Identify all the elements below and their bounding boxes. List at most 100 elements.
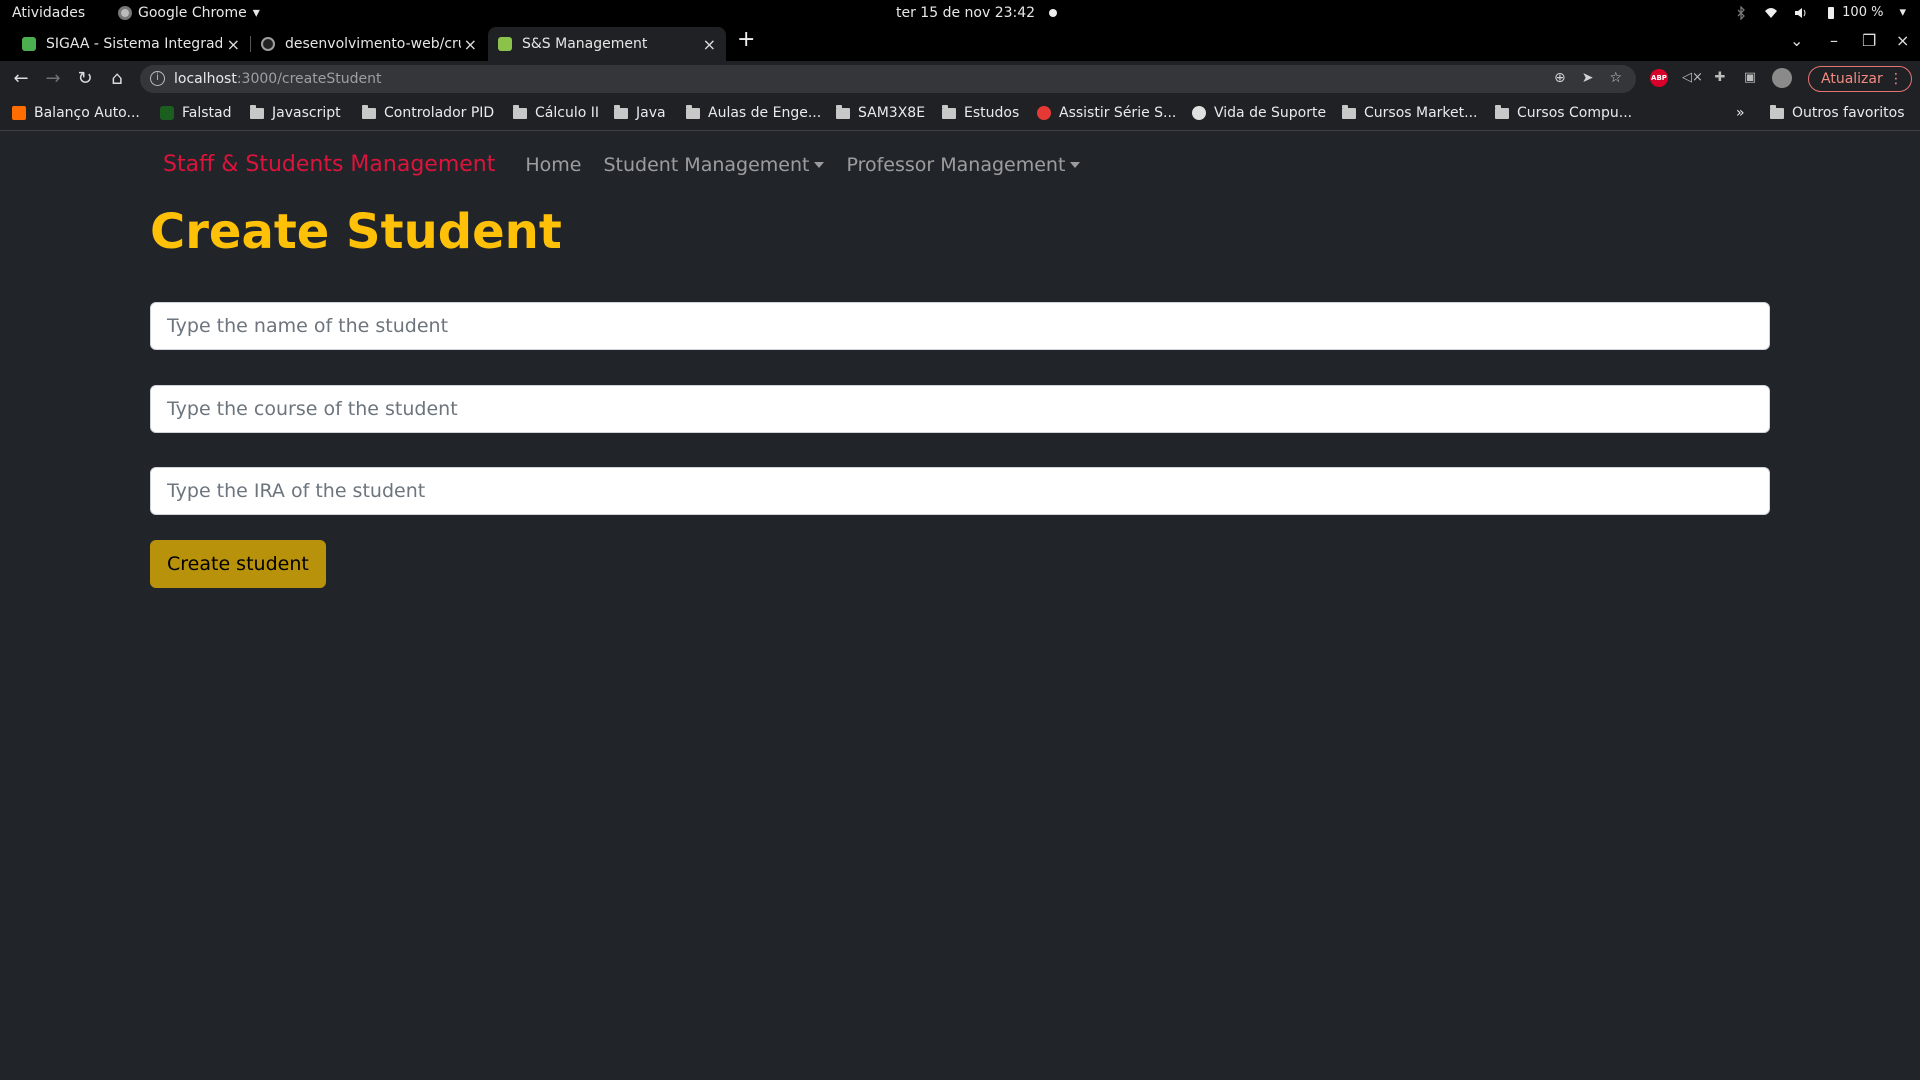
side-panel-icon[interactable]: ▣ [1742,70,1758,86]
folder-icon [513,104,527,119]
tab-title: S&S Management [522,36,648,52]
github-icon [261,37,275,51]
folder-icon [250,104,264,119]
tab-ss-management[interactable]: S&S Management × [488,27,726,61]
other-bookmarks[interactable]: Outros favoritos [1770,104,1905,121]
folder-icon [942,104,956,119]
bookmark-item[interactable]: Balanço Auto... [12,105,140,121]
app-navbar: Staff & Students Management Home Student… [163,152,1102,177]
folder-icon [362,104,376,119]
bookmark-label: Cursos Market... [1364,105,1478,121]
folder-icon [836,104,850,119]
hex-icon [12,106,26,120]
back-button[interactable]: ← [10,68,32,89]
student-name-input[interactable] [150,302,1770,350]
mute-tab-icon[interactable]: ◁× [1682,70,1703,86]
bookmark-label: SAM3X8E [858,105,926,121]
bookmark-item[interactable]: Estudos [942,104,1020,121]
bookmark-item[interactable]: Java [614,104,666,121]
folder-icon [1770,104,1784,119]
bookmark-star-icon[interactable]: ☆ [1609,70,1622,86]
battery-label: 100 % [1842,5,1884,20]
url-path: :3000/createStudent [236,71,382,87]
activities-button[interactable]: Atividades [12,5,85,21]
url-host: localhost [174,71,237,87]
battery-icon [1828,6,1835,19]
nav-professor-management-dropdown[interactable]: Professor Management [846,154,1081,176]
extensions-puzzle-icon[interactable]: ✚ [1712,70,1728,86]
app-menu-label: Google Chrome [138,5,247,21]
chevron-down-icon: ▾ [1899,5,1906,20]
minimize-button[interactable]: – [1830,31,1838,50]
page-content: Staff & Students Management Home Student… [0,132,1920,1080]
forward-button[interactable]: → [42,68,64,89]
bookmark-item[interactable]: Javascript [250,104,341,121]
bookmark-label: Balanço Auto... [34,105,140,121]
home-button[interactable]: ⌂ [106,68,128,89]
bookmark-label: Cálculo II [535,105,599,121]
bookmark-label: Aulas de Enge... [708,105,822,121]
bookmark-label: Controlador PID [384,105,495,121]
zoom-icon[interactable]: ⊕ [1554,70,1566,86]
clock[interactable]: ter 15 de nov 23:42 [896,5,1058,21]
page-title: Create Student [150,204,562,260]
sigaa-favicon-icon [22,37,36,51]
app-menu[interactable]: Google Chrome ▾ [118,5,260,21]
url-text[interactable]: localhost:3000/createStudent [174,71,381,87]
address-bar[interactable]: i localhost:3000/createStudent ⊕ ➤ ☆ [140,65,1636,93]
close-window-button[interactable]: × [1896,31,1909,50]
send-icon[interactable]: ➤ [1582,70,1594,86]
new-tab-button[interactable]: + [737,27,755,52]
update-button[interactable]: Atualizar ⋮ [1808,66,1912,92]
caret-down-icon [814,161,825,168]
bookmark-item[interactable]: SAM3X8E [836,104,926,121]
bookmark-item[interactable]: Cursos Compu... [1495,104,1632,121]
bookmark-label: Javascript [272,105,341,121]
close-icon[interactable]: × [464,35,477,54]
clock-label: ter 15 de nov 23:42 [896,5,1036,21]
navbar-brand[interactable]: Staff & Students Management [163,152,495,177]
adblock-icon[interactable]: ABP [1650,69,1668,87]
nav-home-label: Home [525,153,582,176]
extensions-area: ABP ◁× ✚ ▣ [1650,68,1792,88]
bookmark-item[interactable]: Falstad [160,105,232,121]
site-info-icon[interactable]: i [150,71,165,86]
tab-search-icon[interactable]: ⌄ [1790,31,1803,50]
more-menu-icon[interactable]: ⋮ [1889,67,1903,91]
close-icon[interactable]: × [227,35,240,54]
system-tray[interactable]: 100 % ▾ [1734,5,1906,20]
bookmark-item[interactable]: Assistir Série S... [1037,105,1176,121]
bookmark-item[interactable]: Aulas de Enge... [686,104,822,121]
bookmark-item[interactable]: Controlador PID [362,104,495,121]
nav-student-management-dropdown[interactable]: Student Management [603,153,825,176]
nav-student-label: Student Management [603,153,810,176]
create-student-button[interactable]: Create student [150,540,326,588]
folder-icon [1342,104,1356,119]
bookmark-item[interactable]: Cálculo II [513,104,599,121]
tab-sigaa[interactable]: SIGAA - Sistema Integrado × [12,27,250,61]
student-course-input[interactable] [150,385,1770,433]
close-icon[interactable]: × [703,35,716,54]
os-top-bar: Atividades Google Chrome ▾ ter 15 de nov… [0,0,1920,27]
profile-avatar[interactable] [1772,68,1792,88]
play-icon [1037,106,1051,120]
nav-home[interactable]: Home [525,154,581,176]
folder-icon [1495,104,1509,119]
folder-icon [686,104,700,119]
bookmark-label: Java [636,105,666,121]
bookmark-label: Estudos [964,105,1020,121]
student-ira-input[interactable] [150,467,1770,515]
bookmark-item[interactable]: Cursos Market... [1342,104,1478,121]
tab-github[interactable]: desenvolvimento-web/crud × [251,27,487,61]
update-label: Atualizar [1821,71,1883,87]
reload-button[interactable]: ↻ [74,68,96,89]
bookmarks-overflow-button[interactable]: » [1736,105,1745,121]
browser-toolbar: ← → ↻ ⌂ i localhost:3000/createStudent ⊕… [0,61,1920,97]
bookmarks-bar: Balanço Auto... Falstad Javascript Contr… [0,97,1920,131]
wifi-icon [1765,7,1778,18]
bookmark-item[interactable]: Vida de Suporte [1192,105,1326,121]
omnibox-actions: ⊕ ➤ ☆ [1554,70,1622,86]
bookmark-label: Vida de Suporte [1214,105,1327,121]
restore-button[interactable]: ❐ [1862,31,1876,50]
bookmark-label: Falstad [182,105,232,121]
